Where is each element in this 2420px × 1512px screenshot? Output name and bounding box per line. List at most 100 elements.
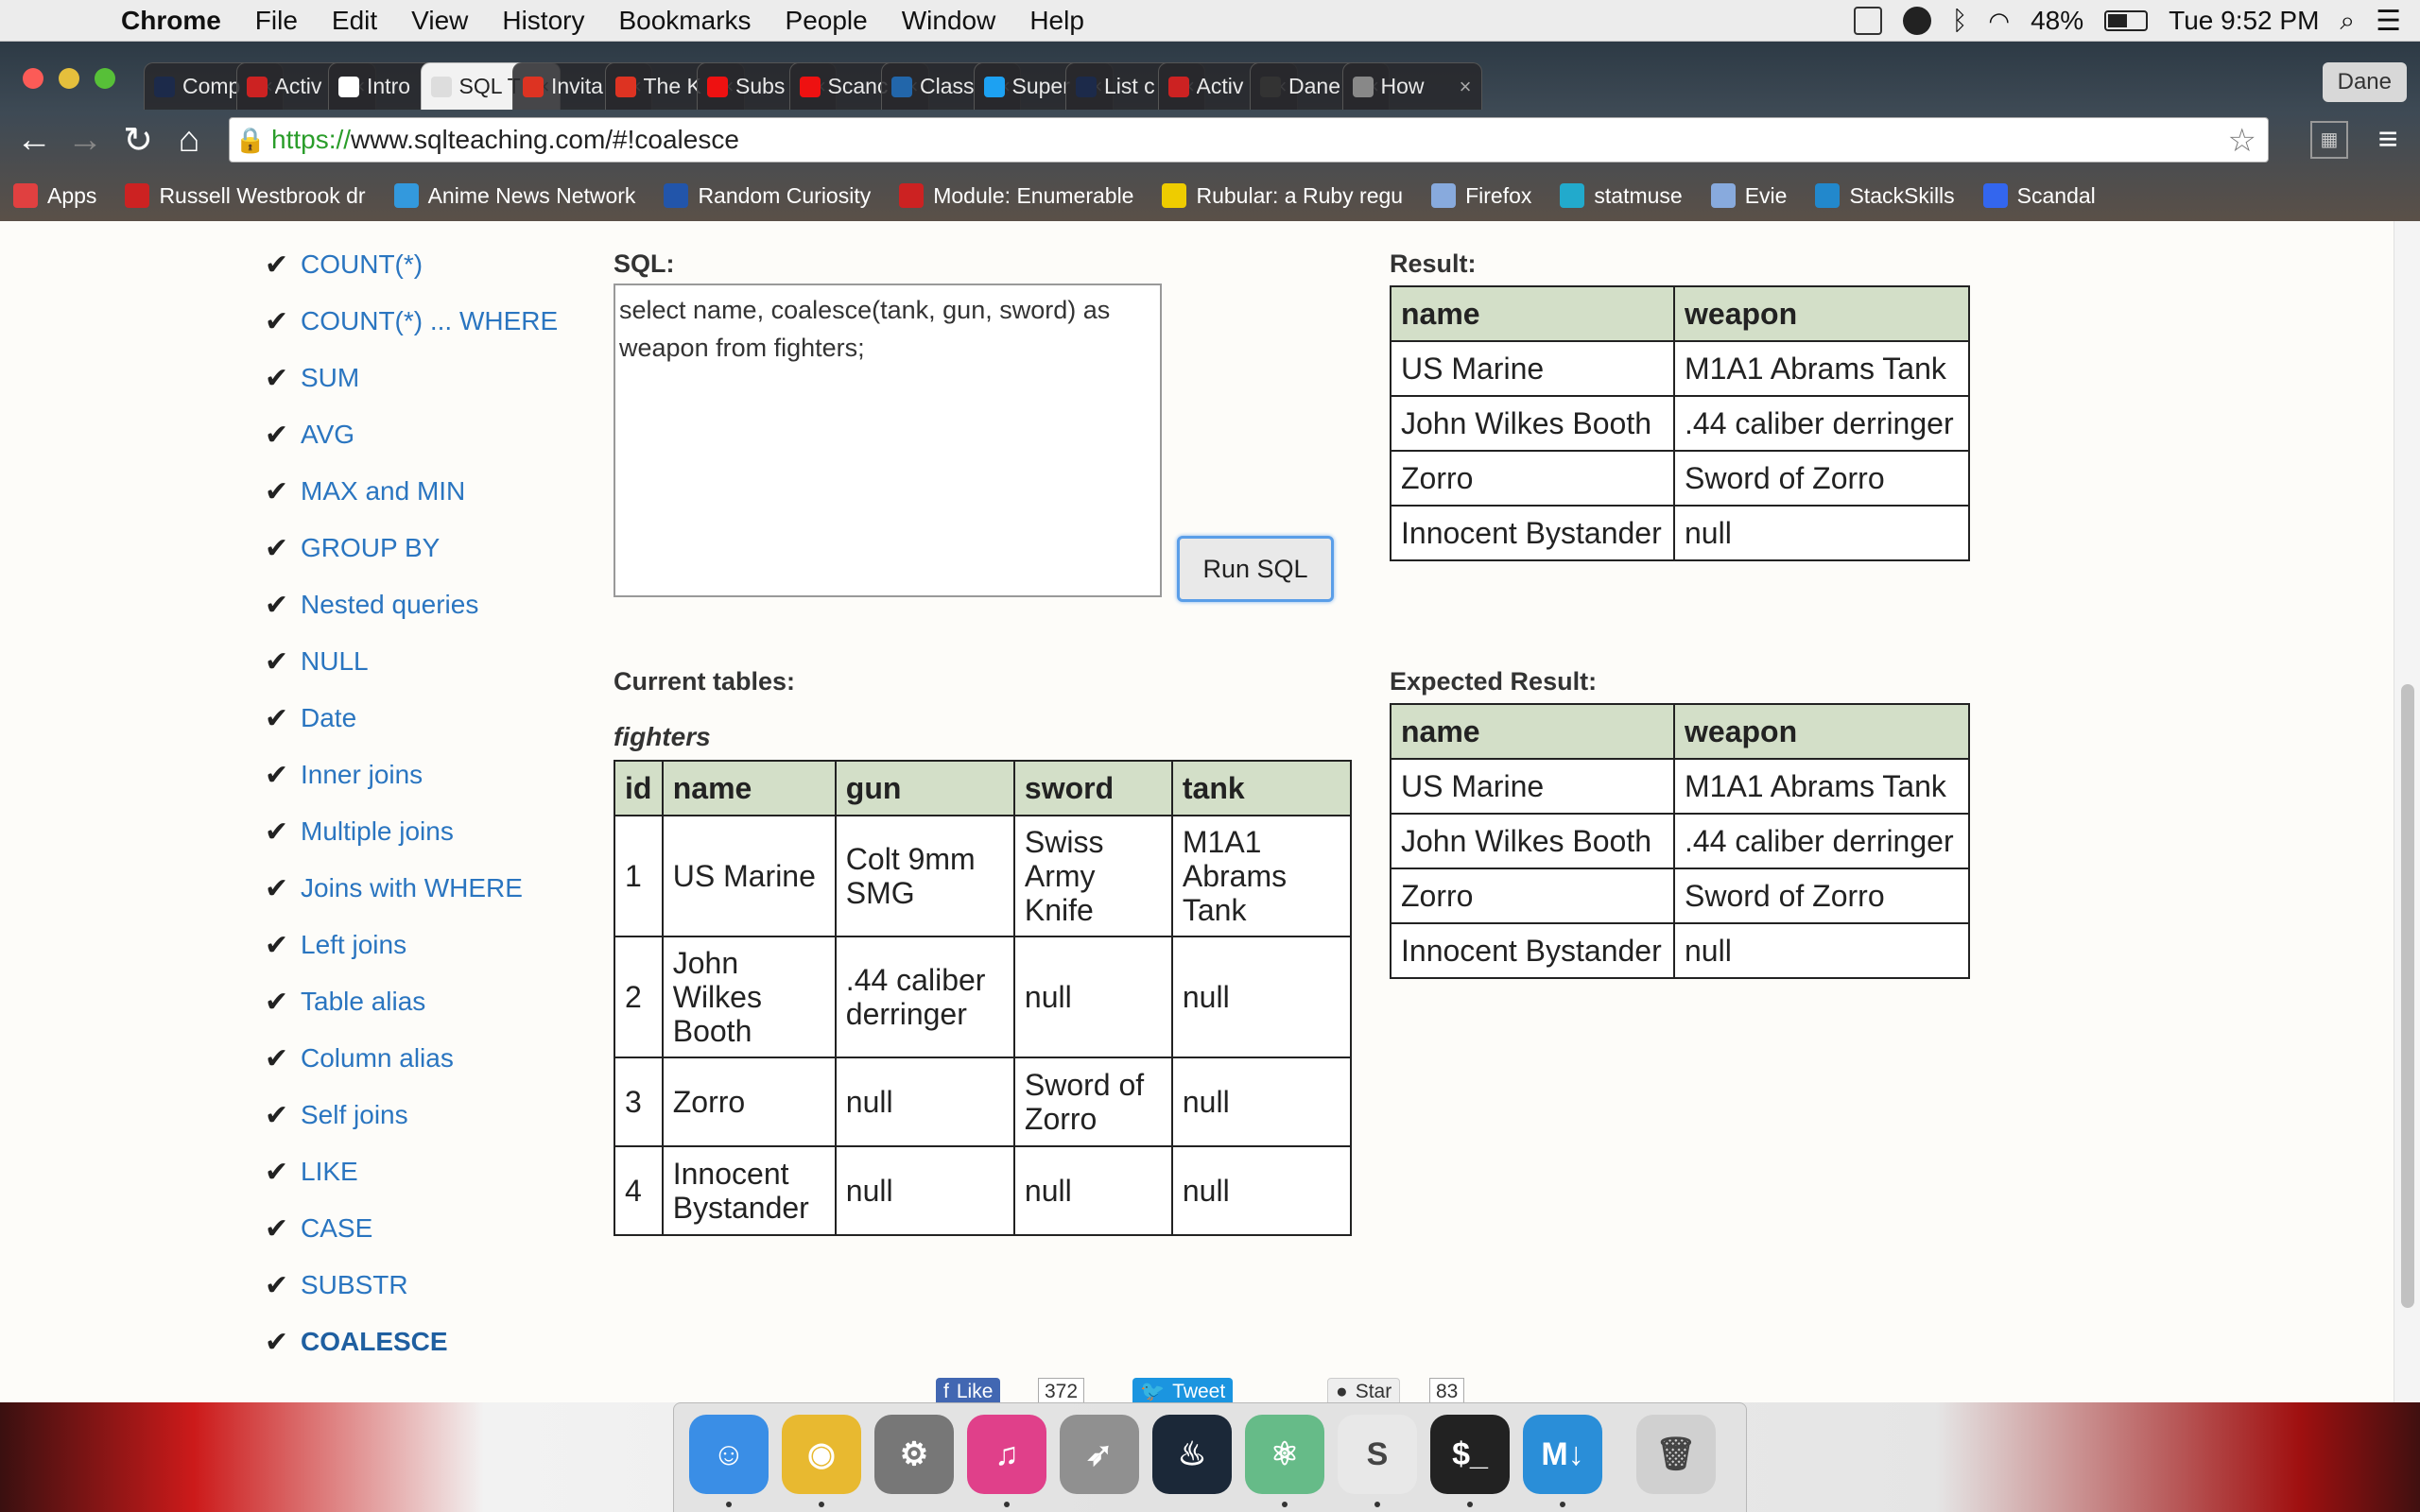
bookmark-favicon-icon <box>1710 183 1736 208</box>
spotlight-icon[interactable]: ⌕ <box>2340 6 2355 37</box>
sidebar-item[interactable]: ✔ LIKE <box>265 1143 558 1200</box>
table-row: Innocent Bystander null <box>1390 505 1970 561</box>
bluetooth-icon[interactable]: ᛒ <box>1952 6 1968 36</box>
sidebar-item[interactable]: ✔ Inner joins <box>265 747 558 803</box>
menu-help[interactable]: Help <box>1012 6 1101 36</box>
table-cell: null <box>1170 936 1353 1058</box>
table-cell: John Wilkes Booth <box>1390 813 1675 869</box>
sidebar-item[interactable]: ✔ Column alias <box>265 1030 558 1087</box>
zoom-window-button[interactable] <box>95 68 115 89</box>
sidebar-item[interactable]: ✔ Table alias <box>265 973 558 1030</box>
run-sql-button[interactable]: Run SQL <box>1177 536 1334 602</box>
cell-line: M1A1 <box>1182 825 1262 859</box>
bookmark-item[interactable]: Apps <box>13 183 96 209</box>
tab-favicon-icon <box>1260 76 1281 97</box>
wifi-icon[interactable]: ◠ <box>1988 7 2010 36</box>
bookmark-item[interactable]: Rubular: a Ruby regu <box>1162 183 1403 209</box>
cell-line: null <box>1182 1174 1230 1208</box>
system-preferences-icon[interactable]: ⚙ <box>874 1415 954 1494</box>
address-bar[interactable]: 🔒 https:// www.sqlteaching.com/#!coalesc… <box>229 117 2269 163</box>
menu-people[interactable]: People <box>769 6 885 36</box>
bookmark-label: Firefox <box>1465 182 1532 208</box>
sidebar-item[interactable]: ✔ Left joins <box>265 917 558 973</box>
sidebar-item[interactable]: ✔ Multiple joins <box>265 803 558 860</box>
sql-editor[interactable] <box>614 284 1162 597</box>
sidebar-item[interactable]: ✔ Date <box>265 690 558 747</box>
launchpad-icon[interactable]: ➶ <box>1060 1415 1139 1494</box>
bookmark-item[interactable]: Anime News Network <box>393 183 635 209</box>
sidebar-item[interactable]: ✔ COUNT(*) ... WHERE <box>265 293 558 350</box>
extension-icon[interactable]: ▦ <box>2310 121 2348 159</box>
browser-window-chrome: Comp×Activ×Intro×SQL T×Invita×The K×Subs… <box>0 42 2420 221</box>
checkmark-icon: ✔ <box>265 645 289 678</box>
sidebar-item[interactable]: ✔ Joins with WHERE <box>265 860 558 917</box>
forward-icon[interactable]: → <box>62 117 108 163</box>
sidebar-item[interactable]: ✔ COALESCE <box>265 1314 558 1370</box>
slack-icon[interactable]: S <box>1338 1415 1417 1494</box>
privacy-icon[interactable] <box>1902 7 1931 35</box>
tweet-button[interactable]: 🐦 Tweet <box>1132 1378 1234 1402</box>
sidebar-item[interactable]: ✔ GROUP BY <box>265 520 558 576</box>
close-window-button[interactable] <box>23 68 43 89</box>
finder-icon[interactable]: ☺ <box>689 1415 769 1494</box>
cell-line: Abrams <box>1182 859 1288 893</box>
table-cell: US Marine <box>661 815 837 937</box>
sidebar-item[interactable]: ✔ SUBSTR <box>265 1257 558 1314</box>
chrome-icon[interactable]: ◉ <box>782 1415 861 1494</box>
facebook-like-button[interactable]: f Like <box>936 1378 1001 1402</box>
sidebar-item[interactable]: ✔ AVG <box>265 406 558 463</box>
github-star-button[interactable]: ● Star <box>1327 1378 1401 1402</box>
profile-button[interactable]: Dane <box>2322 62 2407 102</box>
sidebar-item[interactable]: ✔ Self joins <box>265 1087 558 1143</box>
trash-icon[interactable]: 🗑 <box>1636 1415 1716 1494</box>
bookmark-item[interactable]: Random Curiosity <box>664 183 871 209</box>
sidebar-item-label: Joins with WHERE <box>301 873 523 902</box>
bookmark-item[interactable]: statmuse <box>1560 183 1683 209</box>
menu-view[interactable]: View <box>394 6 485 36</box>
table-cell: Sword of Zorro <box>1012 1057 1173 1147</box>
bookmark-item[interactable]: Firefox <box>1431 183 1531 209</box>
bookmark-item[interactable]: Scandal <box>1982 183 2096 209</box>
bookmark-item[interactable]: Evie <box>1710 183 1787 209</box>
sql-label: SQL: <box>614 249 675 278</box>
cell-line: Sword of <box>1024 1068 1145 1102</box>
tab-13[interactable]: How × <box>1341 62 1482 110</box>
menu-edit[interactable]: Edit <box>315 6 394 36</box>
bookmark-item[interactable]: Russell Westbrook dr <box>125 183 366 209</box>
menu-history[interactable]: History <box>485 6 601 36</box>
column-header: gun <box>834 760 1015 816</box>
steam-icon[interactable]: ♨ <box>1152 1415 1232 1494</box>
terminal-icon[interactable]: $_ <box>1430 1415 1510 1494</box>
chrome-menu-icon[interactable]: ≡ <box>2367 119 2409 161</box>
scrollbar-thumb[interactable] <box>2401 684 2414 1308</box>
clipboard-icon[interactable] <box>1853 7 1882 35</box>
menu-app-name[interactable]: Chrome <box>104 6 238 36</box>
itunes-icon[interactable]: ♫ <box>967 1415 1046 1494</box>
menu-file[interactable]: File <box>238 6 315 36</box>
home-icon[interactable]: ⌂ <box>166 117 212 163</box>
atom-icon[interactable]: ⚛ <box>1245 1415 1324 1494</box>
sidebar-item[interactable]: ✔ NULL <box>265 633 558 690</box>
tab-close-icon[interactable]: × <box>1460 75 1472 99</box>
checkmark-icon: ✔ <box>265 419 289 451</box>
bookmark-star-icon[interactable]: ☆ <box>2228 122 2256 160</box>
clock[interactable]: Tue 9:52 PM <box>2169 6 2319 36</box>
bookmark-item[interactable]: Module: Enumerable <box>899 183 1133 209</box>
sidebar-item-label: COUNT(*) ... WHERE <box>301 306 559 335</box>
sidebar-item[interactable]: ✔ MAX and MIN <box>265 463 558 520</box>
menu-bookmarks[interactable]: Bookmarks <box>601 6 768 36</box>
sidebar-item[interactable]: ✔ SUM <box>265 350 558 406</box>
page-scrollbar[interactable] <box>2394 221 2420 1402</box>
sidebar-item[interactable]: ✔ COUNT(*) <box>265 236 558 293</box>
sidebar-item[interactable]: ✔ Nested queries <box>265 576 558 633</box>
markdown-icon[interactable]: M↓ <box>1523 1415 1602 1494</box>
back-icon[interactable]: ← <box>11 117 57 163</box>
battery-icon[interactable] <box>2104 10 2149 31</box>
sidebar-item[interactable]: ✔ CASE <box>265 1200 558 1257</box>
notification-center-icon[interactable]: ☰ <box>2376 5 2401 38</box>
tab-favicon-icon <box>799 76 821 97</box>
menu-window[interactable]: Window <box>885 6 1013 36</box>
minimize-window-button[interactable] <box>59 68 79 89</box>
bookmark-item[interactable]: StackSkills <box>1815 183 1955 209</box>
reload-icon[interactable]: ↻ <box>115 117 161 163</box>
